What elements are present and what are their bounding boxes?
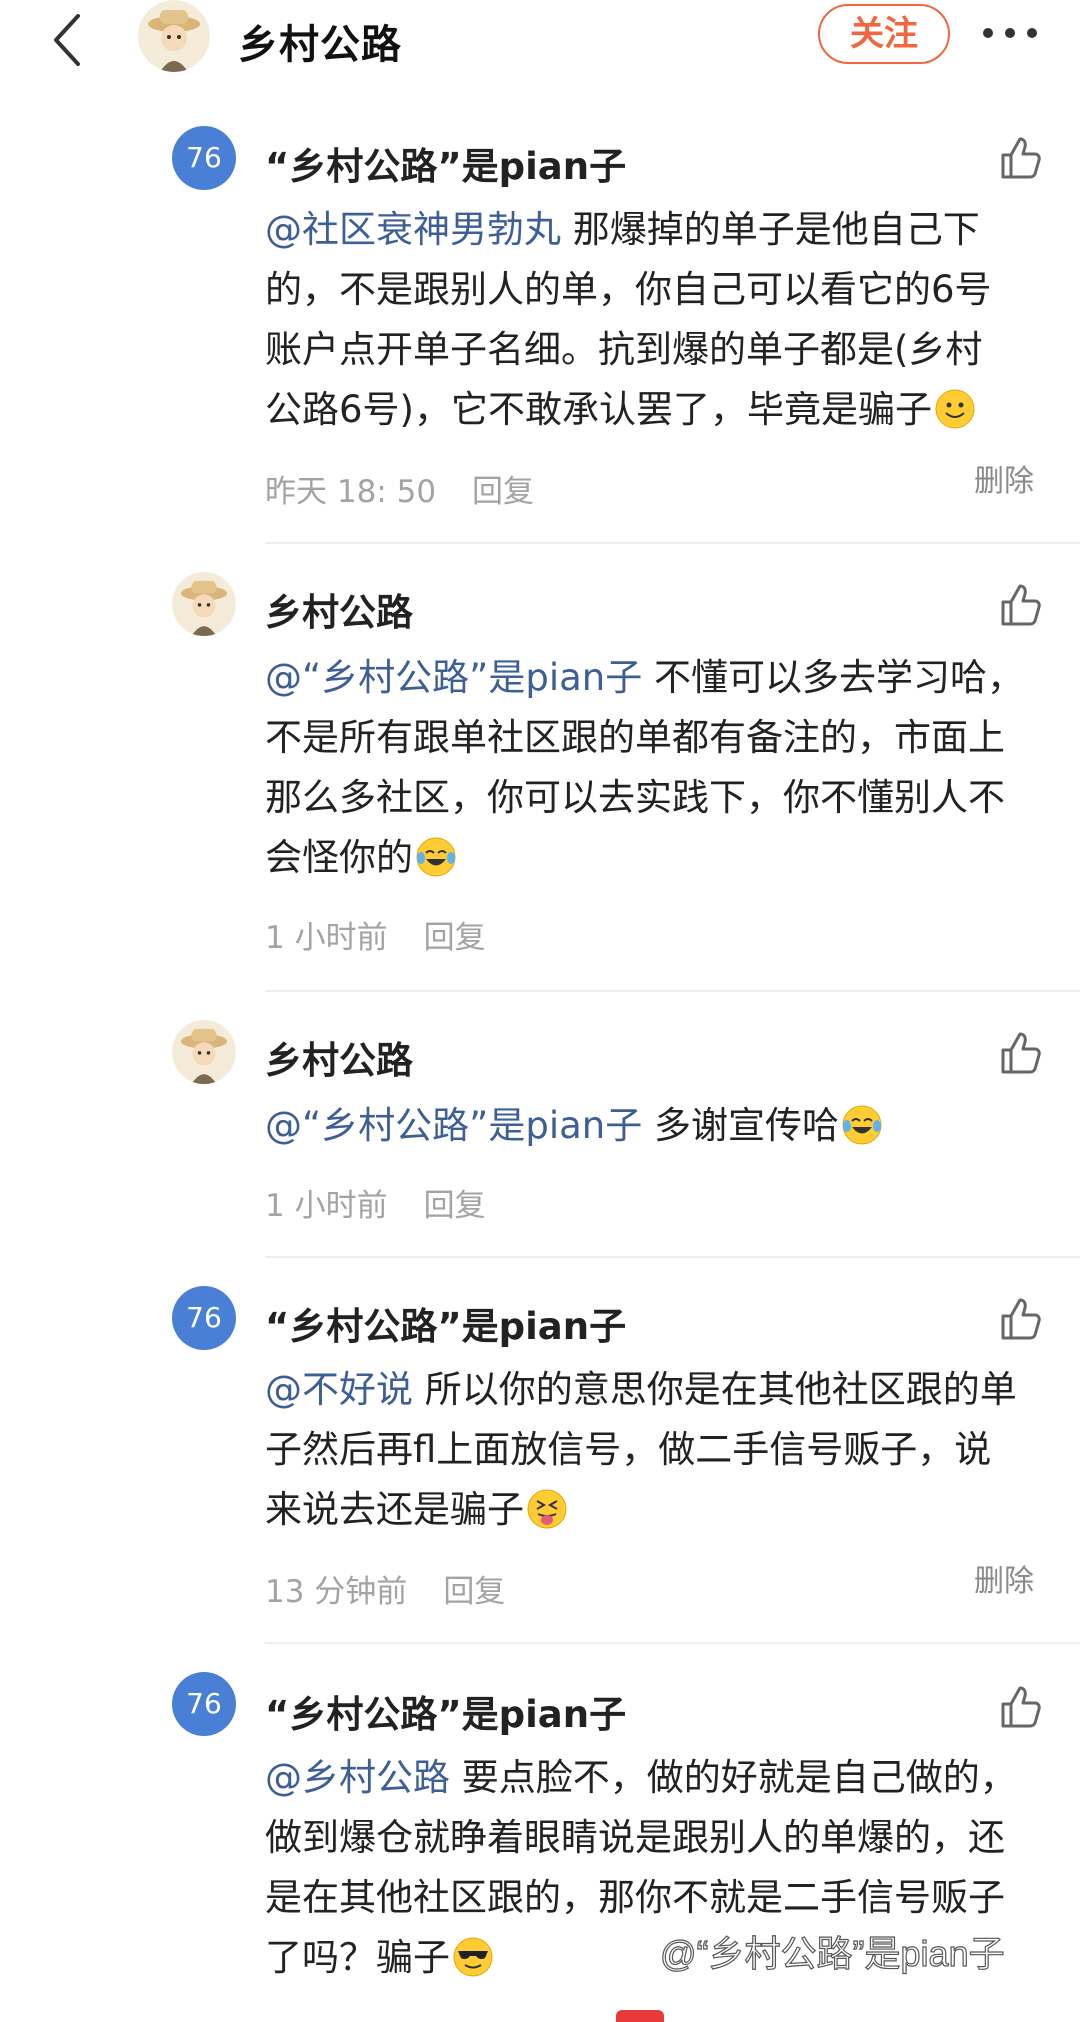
comment-line: 所以你的意思你是在其他社区跟的单 xyxy=(424,1368,1017,1411)
comment-line: 做到爆仓就睁着眼睛说是跟别人的单爆的，还 xyxy=(265,1816,1005,1859)
comment-author[interactable]: 乡村公路 xyxy=(265,582,413,636)
thumbs-up-icon[interactable] xyxy=(995,1682,1045,1732)
follow-button[interactable]: 关注 xyxy=(818,4,950,64)
comment-line: 账户点开单子名细。抗到爆的单子都是(乡村 xyxy=(265,328,983,371)
comment-author[interactable]: “乡村公路”是pian子 xyxy=(265,136,626,190)
tears-of-joy-icon xyxy=(416,837,456,877)
sunglasses-face-icon xyxy=(453,1937,493,1977)
comment-time: 1 小时前 xyxy=(265,1188,388,1224)
avatar[interactable] xyxy=(172,1020,236,1084)
reply-button[interactable]: 回复 xyxy=(424,1188,486,1224)
header-avatar[interactable] xyxy=(138,0,210,72)
top-bar: 乡村公路 关注 xyxy=(0,0,1080,80)
avatar[interactable]: 76 xyxy=(172,1672,236,1736)
comment-line: 了吗？骗子 xyxy=(265,1936,450,1979)
comment-line: 是在其他社区跟的，那你不就是二手信号贩子 xyxy=(265,1876,1005,1919)
comment-line: 的，不是跟别人的单，你自己可以看它的6号 xyxy=(265,268,992,311)
comment-meta: 13 分钟前 回复 xyxy=(265,1566,505,1611)
thumbs-up-icon[interactable] xyxy=(995,1294,1045,1344)
comment-meta: 1 小时前 回复 xyxy=(265,912,486,957)
thumbs-up-icon[interactable] xyxy=(995,580,1045,630)
divider xyxy=(265,1256,1080,1258)
divider xyxy=(265,990,1080,992)
squinting-tongue-icon xyxy=(527,1489,567,1529)
avatar[interactable] xyxy=(172,572,236,636)
comment-line: 会怪你的 xyxy=(265,836,413,879)
watermark: @“乡村公路”是pian子 xyxy=(659,1932,1005,1974)
comment-line: 那爆掉的单子是他自己下 xyxy=(572,208,980,251)
mention-link[interactable]: @“乡村公路”是pian子 xyxy=(265,656,642,699)
comment-time: 13 分钟前 xyxy=(265,1574,408,1610)
thumbs-up-icon[interactable] xyxy=(995,1028,1045,1078)
bottom-indicator xyxy=(616,2010,664,2022)
reply-button[interactable]: 回复 xyxy=(424,920,486,956)
comment-line: 那么多社区，你可以去实践下，你不懂别人不 xyxy=(265,776,1005,819)
comment-author[interactable]: 乡村公路 xyxy=(265,1030,413,1084)
comment-author[interactable]: “乡村公路”是pian子 xyxy=(265,1684,626,1738)
slightly-smiling-face-icon xyxy=(935,389,975,429)
thumbs-up-icon[interactable] xyxy=(995,133,1045,183)
comment-text: @“乡村公路”是pian子 多谢宣传哈 xyxy=(265,1096,1045,1156)
reply-button[interactable]: 回复 xyxy=(472,474,534,510)
reply-button[interactable]: 回复 xyxy=(443,1574,505,1610)
more-options-icon[interactable] xyxy=(980,18,1040,48)
avatar[interactable]: 76 xyxy=(172,126,236,190)
delete-button[interactable]: 删除 xyxy=(974,456,1034,500)
back-arrow-icon[interactable] xyxy=(44,10,92,70)
comment-meta: 1 小时前 回复 xyxy=(265,1180,486,1225)
comment-line: 来说去还是骗子 xyxy=(265,1488,524,1531)
comment-line: 子然后再fl上面放信号，做二手信号贩子，说 xyxy=(265,1428,992,1471)
divider xyxy=(265,1642,1080,1644)
comment-text: @不好说 所以你的意思你是在其他社区跟的单 子然后再fl上面放信号，做二手信号贩… xyxy=(265,1360,1045,1540)
comment-text: @“乡村公路”是pian子 不懂可以多去学习哈， 不是所有跟单社区跟的单都有备注… xyxy=(265,648,1045,888)
mention-link[interactable]: @不好说 xyxy=(265,1368,413,1411)
avatar[interactable]: 76 xyxy=(172,1286,236,1350)
comment-line: 不懂可以多去学习哈， xyxy=(654,656,1024,699)
comment-text: @社区衰神男勃丸 那爆掉的单子是他自己下 的，不是跟别人的单，你自己可以看它的6… xyxy=(265,200,1045,440)
page-title: 乡村公路 xyxy=(238,22,402,68)
comment-line: 公路6号)，它不敢承认罢了，毕竟是骗子 xyxy=(265,388,932,431)
mention-link[interactable]: @乡村公路 xyxy=(265,1756,450,1799)
comment-author[interactable]: “乡村公路”是pian子 xyxy=(265,1296,626,1350)
tears-of-joy-icon xyxy=(842,1105,882,1145)
mention-link[interactable]: @社区衰神男勃丸 xyxy=(265,208,561,251)
mention-link[interactable]: @“乡村公路”是pian子 xyxy=(265,1104,642,1147)
comment-line: 不是所有跟单社区跟的单都有备注的，市面上 xyxy=(265,716,1005,759)
comment-line: 要点脸不，做的好就是自己做的， xyxy=(461,1756,1017,1799)
delete-button[interactable]: 删除 xyxy=(974,1556,1034,1600)
comment-meta: 昨天 18: 50 回复 xyxy=(265,466,534,511)
comment-time: 昨天 18: 50 xyxy=(265,474,437,510)
divider xyxy=(265,542,1080,544)
comment-time: 1 小时前 xyxy=(265,920,388,956)
comment-line: 多谢宣传哈 xyxy=(654,1104,839,1147)
